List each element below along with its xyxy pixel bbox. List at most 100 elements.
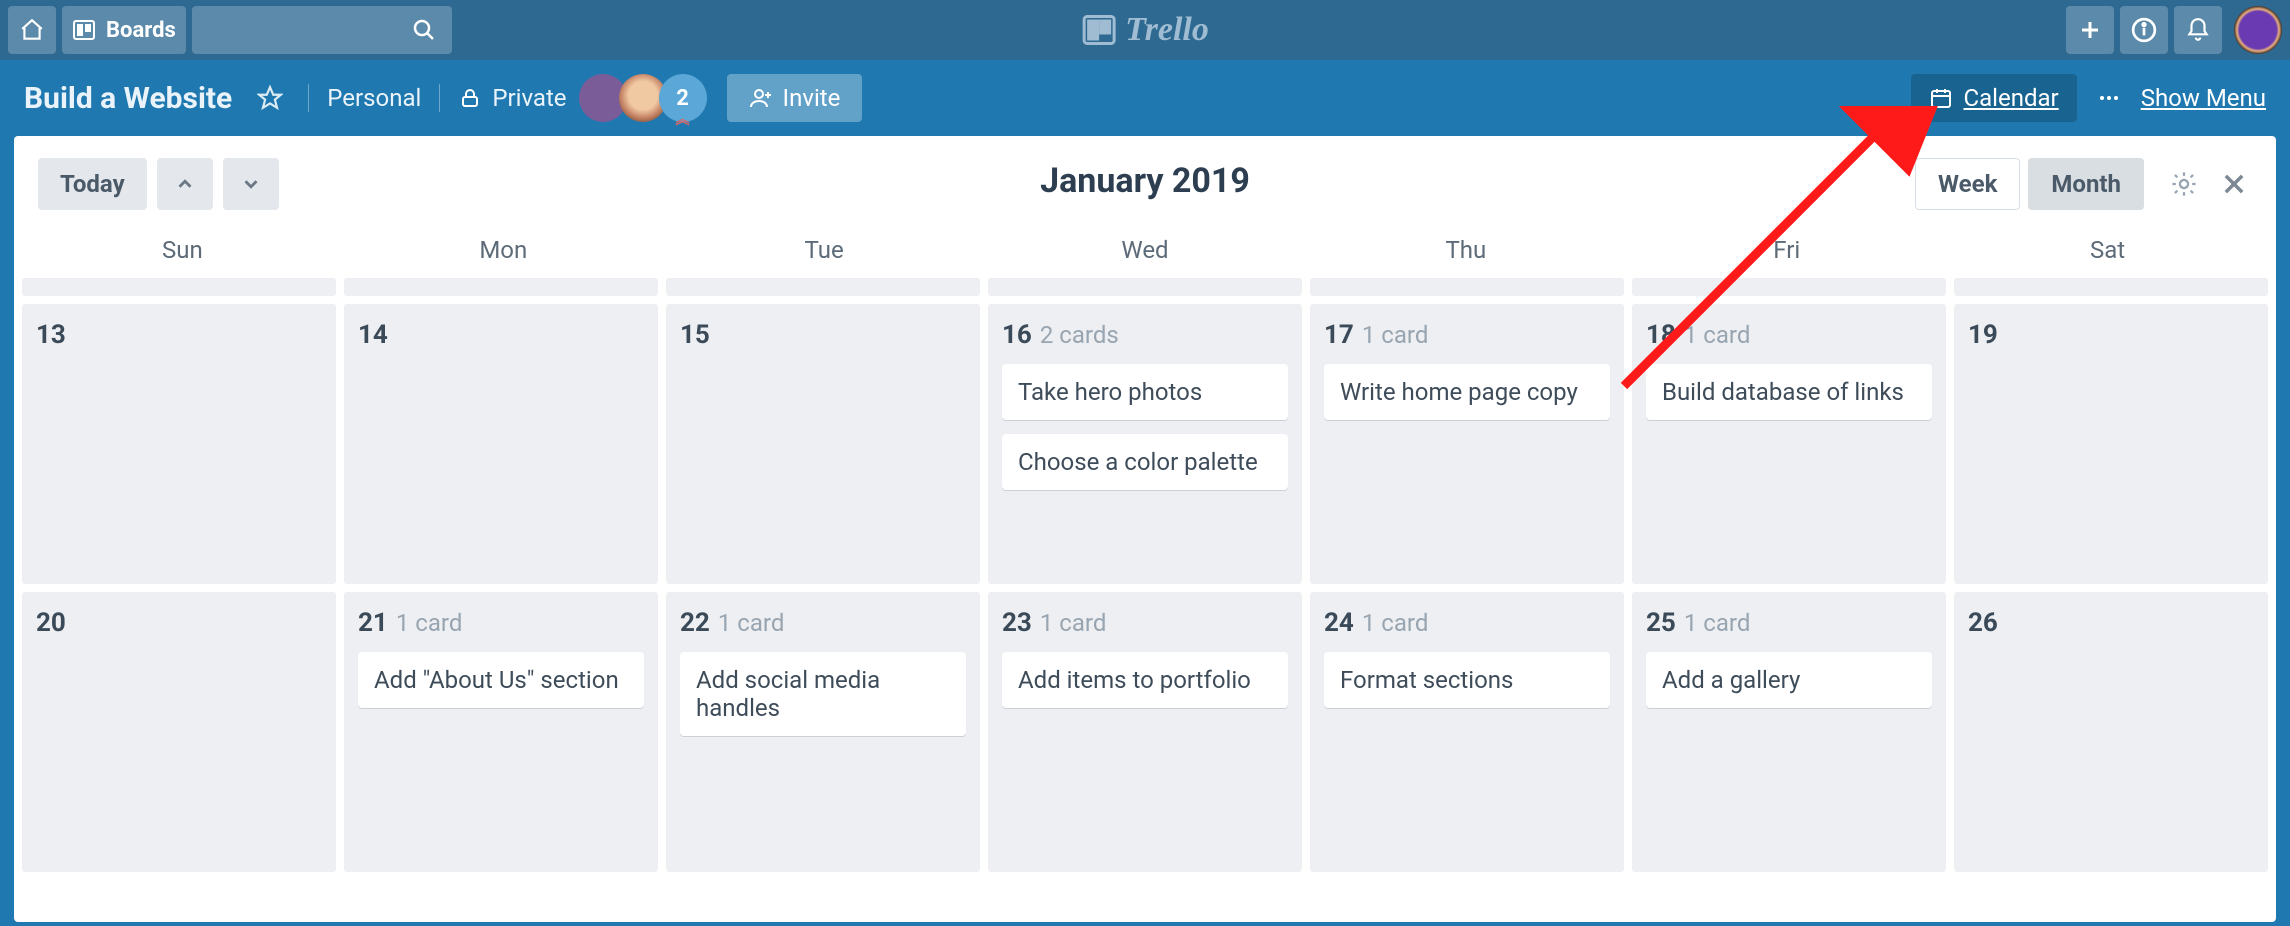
day-number: 16 (1002, 320, 1032, 350)
card-count-label: 1 card (718, 609, 785, 637)
calendar-cell-header: 16 2 cards (1002, 320, 1288, 350)
calendar-card[interactable]: Write home page copy (1324, 364, 1610, 420)
calendar-title: January 2019 (1040, 161, 1250, 201)
lock-icon (458, 86, 482, 110)
star-icon (257, 85, 283, 111)
close-calendar-button[interactable] (2216, 170, 2252, 198)
info-button[interactable] (2120, 6, 2168, 54)
divider (439, 84, 440, 112)
info-icon (2131, 17, 2157, 43)
plus-icon (2078, 18, 2102, 42)
view-week-button[interactable]: Week (1915, 158, 2020, 210)
calendar-cell-header: 25 1 card (1646, 608, 1932, 638)
calendar-cell[interactable]: 24 1 card Format sections (1310, 592, 1624, 872)
calendar-cell[interactable]: 25 1 card Add a gallery (1632, 592, 1946, 872)
view-month-button[interactable]: Month (2028, 158, 2144, 210)
calendar-card[interactable]: Add items to portfolio (1002, 652, 1288, 708)
calendar-card[interactable]: Choose a color palette (1002, 434, 1288, 490)
card-count-label: 1 card (396, 609, 463, 637)
calendar-cell[interactable]: 19 (1954, 304, 2268, 584)
day-number: 24 (1324, 608, 1354, 638)
calendar-card[interactable]: Take hero photos (1002, 364, 1288, 420)
calendar-cell-header: 18 1 card (1646, 320, 1932, 350)
add-user-icon (749, 86, 773, 110)
calendar-cell[interactable]: 20 (22, 592, 336, 872)
calendar-label: Calendar (1963, 84, 2058, 112)
prev-button[interactable] (157, 158, 213, 210)
search-input[interactable] (192, 6, 452, 54)
calendar-settings-button[interactable] (2166, 170, 2202, 198)
calendar-cell-header: 24 1 card (1324, 608, 1610, 638)
team-label[interactable]: Personal (327, 84, 421, 112)
calendar-icon (1929, 86, 1953, 110)
calendar-cell[interactable]: 221 cardAdd social media handles (666, 592, 980, 872)
calendar-cell[interactable]: 231 cardAdd items to portfolio (988, 592, 1302, 872)
home-button[interactable] (8, 6, 56, 54)
calendar-row-spacer (22, 278, 336, 296)
calendar-cell[interactable]: 14 (344, 304, 658, 584)
day-number: 26 (1968, 608, 1998, 638)
dow-label: Wed (985, 236, 1306, 264)
board-title[interactable]: Build a Website (24, 81, 232, 116)
calendar-card[interactable]: Add a gallery (1646, 652, 1932, 708)
calendar-card[interactable]: Build database of links (1646, 364, 1932, 420)
calendar-cell[interactable]: 16 2 cards Take hero photos Choose a color … (988, 304, 1302, 584)
calendar-cell-header: 15 (680, 320, 966, 350)
next-button[interactable] (223, 158, 279, 210)
invite-button[interactable]: Invite (727, 74, 863, 122)
day-number: 18 (1646, 320, 1676, 350)
chevron-down-icon (240, 173, 262, 195)
boards-label: Boards (106, 18, 176, 43)
create-button[interactable] (2066, 6, 2114, 54)
dow-label: Thu (1305, 236, 1626, 264)
calendar-cell[interactable]: 26 (1954, 592, 2268, 872)
calendar-row-spacer (988, 278, 1302, 296)
chevrons-icon: ︽ (676, 116, 690, 124)
calendar-card[interactable]: Add social media handles (680, 652, 966, 736)
notifications-button[interactable] (2174, 6, 2222, 54)
calendar-cell[interactable]: 171 card Write home page copy (1310, 304, 1624, 584)
calendar-cell-header: 171 card (1324, 320, 1610, 350)
calendar-cell-header: 14 (358, 320, 644, 350)
day-number: 25 (1646, 608, 1676, 638)
calendar-row-spacer (344, 278, 658, 296)
calendar-row-spacer (1632, 278, 1946, 296)
calendar-cell-header: 211 card (358, 608, 644, 638)
today-button[interactable]: Today (38, 158, 147, 210)
calendar-cell[interactable]: 18 1 card Build database of links (1632, 304, 1946, 584)
calendar-cell[interactable]: 211 card Add "About Us" section (344, 592, 658, 872)
card-count-label: 1 card (1684, 321, 1751, 349)
calendar-cell[interactable]: 13 (22, 304, 336, 584)
calendar-panel: Today January 2019 Week Month SunMonTueW… (14, 136, 2276, 922)
day-number: 20 (36, 608, 66, 638)
boards-icon (72, 18, 96, 42)
calendar-button[interactable]: Calendar (1911, 74, 2076, 122)
card-count-label: 1 card (1362, 321, 1429, 349)
bell-icon (2185, 17, 2211, 43)
card-count-label: 1 card (1362, 609, 1429, 637)
boards-button[interactable]: Boards (62, 6, 186, 54)
calendar-cell-header: 20 (36, 608, 322, 638)
card-count-label: 1 card (1684, 609, 1751, 637)
board-members: 2 ︽ (587, 74, 707, 122)
calendar-grid: 13 14 15 16 2 cards Take hero photos Choose a … (14, 278, 2276, 872)
more-menu-button[interactable] (2097, 86, 2121, 110)
calendar-card[interactable]: Add "About Us" section (358, 652, 644, 708)
user-avatar[interactable] (2234, 6, 2282, 54)
divider (308, 84, 309, 112)
calendar-toolbar: Today January 2019 Week Month (14, 136, 2276, 226)
extra-members-count[interactable]: 2 ︽ (659, 74, 707, 122)
app-logo[interactable]: Trello (1081, 11, 1209, 49)
close-icon (2220, 170, 2248, 198)
calendar-card[interactable]: Format sections (1324, 652, 1610, 708)
calendar-cell[interactable]: 15 (666, 304, 980, 584)
dow-label: Fri (1626, 236, 1947, 264)
show-menu-button[interactable]: Show Menu (2141, 84, 2266, 112)
chevron-up-icon (174, 173, 196, 195)
day-number: 19 (1968, 320, 1998, 350)
home-icon (19, 17, 45, 43)
card-count-label: 1 card (1040, 609, 1107, 637)
card-count-label: 2 cards (1040, 321, 1119, 349)
visibility-label[interactable]: Private (492, 84, 566, 112)
star-button[interactable] (250, 85, 290, 111)
